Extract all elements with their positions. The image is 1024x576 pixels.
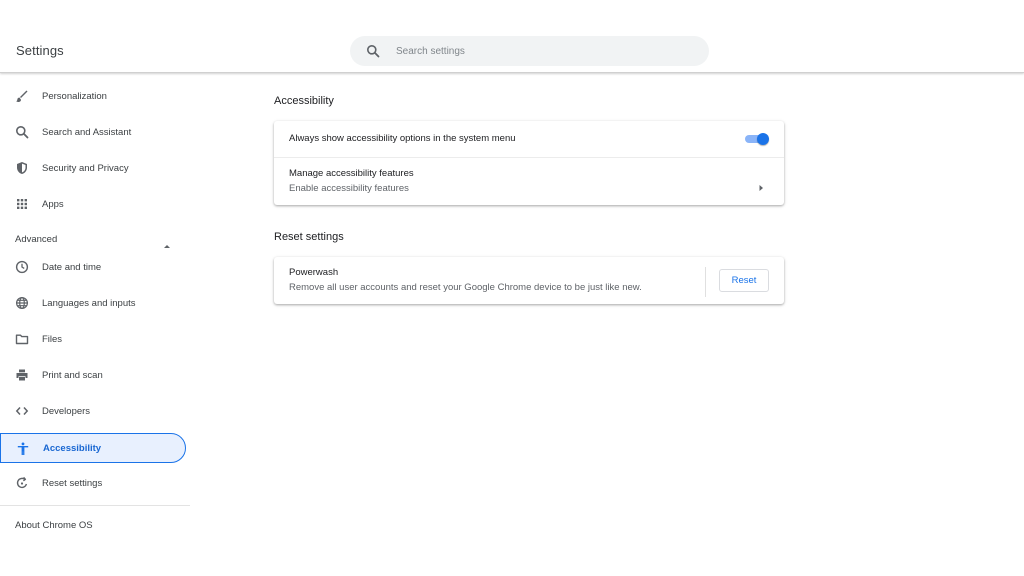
clock-icon <box>15 260 29 274</box>
powerwash-label: Powerwash <box>289 267 339 278</box>
sidebar-item-about-chrome-os[interactable]: About Chrome OS <box>15 520 93 531</box>
search-box[interactable] <box>350 36 709 66</box>
code-icon <box>15 404 29 418</box>
page-title: Settings <box>16 43 64 58</box>
settings-header: Settings <box>0 0 1024 73</box>
sidebar-item-label: Print and scan <box>42 369 103 381</box>
toggle-knob <box>757 133 769 145</box>
sidebar-item-reset-settings[interactable]: Reset settings <box>0 468 186 498</box>
reset-icon <box>15 476 29 490</box>
sidebar-item-security-and-privacy[interactable]: Security and Privacy <box>0 153 186 183</box>
printer-icon <box>15 368 29 382</box>
accessibility-card: Always show accessibility options in the… <box>274 121 784 205</box>
sidebar-item-print-and-scan[interactable]: Print and scan <box>0 360 186 390</box>
sidebar-item-label: Developers <box>42 405 91 417</box>
sidebar-item-languages-and-inputs[interactable]: Languages and inputs <box>0 288 186 318</box>
manage-accessibility-sublabel: Enable accessibility features <box>289 183 409 194</box>
always-show-accessibility-row[interactable]: Always show accessibility options in the… <box>274 121 784 157</box>
sidebar-item-label: Search and Assistant <box>42 126 132 138</box>
reset-button[interactable]: Reset <box>719 269 769 292</box>
search-icon <box>366 44 380 58</box>
sidebar-item-label: Apps <box>42 198 64 210</box>
chevron-right-icon <box>757 179 765 191</box>
advanced-label: Advanced <box>15 234 58 245</box>
reset-section-title: Reset settings <box>274 231 344 243</box>
sidebar-item-search-and-assistant[interactable]: Search and Assistant <box>0 117 186 147</box>
accessibility-icon <box>16 442 30 456</box>
sidebar-item-label: Security and Privacy <box>42 162 129 174</box>
apps-grid-icon <box>15 197 29 211</box>
always-show-accessibility-label: Always show accessibility options in the… <box>289 133 516 144</box>
sidebar-item-label: Languages and inputs <box>42 297 136 309</box>
brush-icon <box>15 89 29 103</box>
sidebar-item-date-and-time[interactable]: Date and time <box>0 252 186 282</box>
folder-icon <box>15 332 29 346</box>
vertical-separator <box>705 267 706 297</box>
sidebar-item-personalization[interactable]: Personalization <box>0 81 186 111</box>
caret-up-icon <box>163 236 171 248</box>
search-icon <box>15 125 29 139</box>
sidebar-item-label: Reset settings <box>42 477 103 489</box>
powerwash-row: Powerwash Remove all user accounts and r… <box>274 257 784 304</box>
sidebar-item-label: Accessibility <box>43 442 102 454</box>
powerwash-description: Remove all user accounts and reset your … <box>289 282 642 293</box>
shield-icon <box>15 161 29 175</box>
sidebar-divider <box>0 505 190 506</box>
sidebar-item-accessibility[interactable]: Accessibility <box>0 433 186 463</box>
accessibility-section-title: Accessibility <box>274 95 334 107</box>
sidebar-item-label: Personalization <box>42 90 107 102</box>
sidebar-item-apps[interactable]: Apps <box>0 189 186 219</box>
manage-accessibility-row[interactable]: Manage accessibility features Enable acc… <box>274 158 784 205</box>
sidebar: Personalization Search and Assistant Sec… <box>0 78 190 568</box>
reset-card: Powerwash Remove all user accounts and r… <box>274 257 784 304</box>
advanced-toggle[interactable]: Advanced <box>0 231 186 249</box>
sidebar-item-developers[interactable]: Developers <box>0 396 186 426</box>
globe-icon <box>15 296 29 310</box>
manage-accessibility-label: Manage accessibility features <box>289 168 414 179</box>
sidebar-item-label: Date and time <box>42 261 102 273</box>
always-show-accessibility-toggle[interactable] <box>745 133 769 145</box>
sidebar-item-label: Files <box>42 333 63 345</box>
sidebar-item-files[interactable]: Files <box>0 324 186 354</box>
search-input[interactable] <box>396 36 686 66</box>
